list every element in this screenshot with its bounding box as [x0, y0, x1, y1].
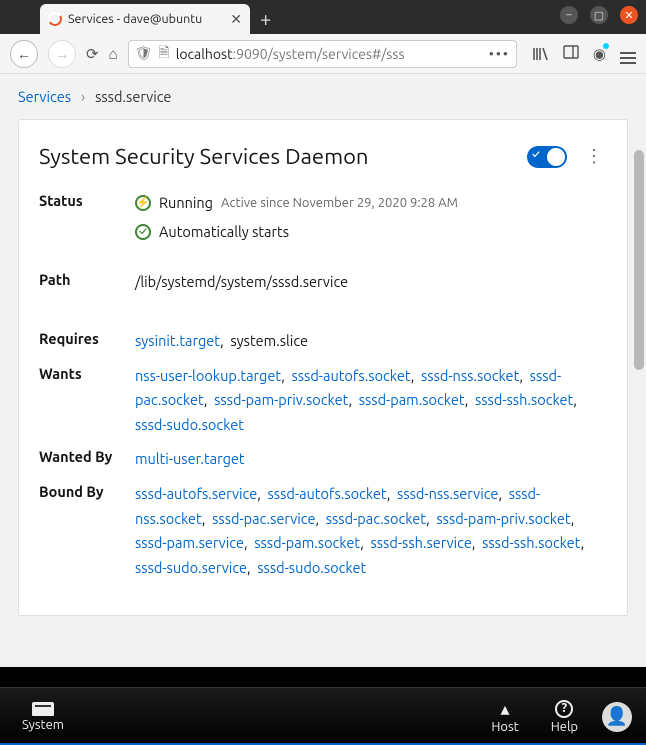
path-label: Path [39, 270, 135, 288]
host-label: Host [491, 720, 518, 734]
system-nav-button[interactable]: System [14, 702, 72, 732]
help-icon: ? [555, 700, 573, 718]
reload-button[interactable]: ⟳ [86, 45, 99, 63]
new-tab-button[interactable]: + [260, 7, 271, 30]
boundby-label: Bound By [39, 482, 135, 500]
wants-label: Wants [39, 364, 135, 382]
account-icon[interactable]: ◉ [593, 45, 606, 63]
page-title: System Security Services Daemon [39, 144, 369, 169]
unit-link[interactable]: sssd-autofs.service [135, 485, 257, 502]
unit-link[interactable]: sssd-pac.service [212, 510, 315, 527]
unit-link[interactable]: sssd-nss.socket [421, 367, 519, 384]
unit-link[interactable]: sssd-pam-priv.socket [436, 510, 570, 527]
app-bottom-bar: System ▴ Host ? Help 👤 [0, 687, 646, 745]
wantedby-value: multi-user.target [135, 447, 607, 472]
tab-title: Services - dave@ubuntu [68, 12, 202, 26]
breadcrumb: Services › sssd.service [0, 74, 646, 119]
unit-link[interactable]: multi-user.target [135, 450, 245, 467]
unit-link[interactable]: sssd-ssh.socket [482, 534, 580, 551]
chevron-right-icon: › [81, 88, 85, 105]
service-enable-toggle[interactable] [527, 146, 567, 168]
unit-link[interactable]: sssd-autofs.socket [267, 485, 386, 502]
chevron-up-icon: ▴ [501, 700, 510, 718]
boundby-value: sssd-autofs.service, sssd-autofs.socket,… [135, 482, 607, 581]
unit-link[interactable]: sssd-pam.socket [359, 391, 465, 408]
wants-value: nss-user-lookup.target, sssd-autofs.sock… [135, 364, 607, 438]
unit-link[interactable]: sssd-pam.socket [254, 534, 360, 551]
requires-label: Requires [39, 329, 135, 347]
unit-link[interactable]: sssd-sudo.socket [135, 416, 244, 433]
unit-link[interactable]: sssd-sudo.service [135, 559, 247, 576]
page-viewport: Services › sssd.service System Security … [0, 74, 646, 667]
unit-link[interactable]: sysinit.target [135, 332, 220, 349]
status-label: Status [39, 191, 135, 209]
browser-titlebar: Services - dave@ubuntu ✕ + – ▢ ✕ [0, 0, 646, 34]
url-host: localhost [176, 46, 233, 62]
unit-link[interactable]: sssd-autofs.socket [291, 367, 410, 384]
wantedby-label: Wanted By [39, 447, 135, 465]
url-path: :9090/system/services#/sss [233, 46, 405, 62]
unit-link[interactable]: sssd-sudo.socket [257, 559, 366, 576]
unit-plain: system.slice [230, 332, 308, 349]
running-icon [135, 195, 151, 211]
address-bar[interactable]: 🛡 🗎 localhost:9090/system/services#/sss … [128, 40, 517, 68]
reader-icon[interactable] [563, 44, 579, 63]
maximize-button[interactable]: ▢ [590, 6, 608, 24]
unit-link[interactable]: sssd-pam-priv.socket [214, 391, 348, 408]
unit-link[interactable]: nss-user-lookup.target [135, 367, 281, 384]
system-label: System [22, 718, 64, 732]
unit-link[interactable]: sssd-ssh.service [370, 534, 471, 551]
lock-icon: 🗎 [158, 42, 169, 66]
disk-icon [32, 702, 54, 716]
help-nav-button[interactable]: ? Help [543, 700, 586, 734]
scrollbar-thumb[interactable] [634, 150, 644, 370]
breadcrumb-root-link[interactable]: Services [18, 88, 71, 105]
unit-link[interactable]: sssd-pac.socket [326, 510, 426, 527]
status-autostart: Automatically starts [159, 220, 289, 245]
back-button[interactable]: ← [10, 40, 38, 68]
help-label: Help [551, 720, 578, 734]
service-card: System Security Services Daemon ⋮ Status… [18, 119, 628, 616]
user-avatar[interactable]: 👤 [602, 702, 632, 732]
unit-link[interactable]: sssd-pam.service [135, 534, 244, 551]
library-icon[interactable] [533, 46, 549, 62]
path-value: /lib/systemd/system/sssd.service [135, 270, 607, 295]
forward-button[interactable]: → [48, 40, 76, 68]
browser-tab[interactable]: Services - dave@ubuntu ✕ [40, 4, 250, 34]
status-since: Active since November 29, 2020 9:28 AM [221, 192, 458, 214]
home-button[interactable]: ⌂ [109, 45, 118, 63]
unit-link[interactable]: sssd-ssh.socket [475, 391, 573, 408]
window-controls: – ▢ ✕ [560, 6, 638, 24]
unit-link[interactable]: sssd-nss.service [397, 485, 498, 502]
kebab-menu-icon[interactable]: ⋮ [581, 146, 607, 167]
page-actions-icon[interactable]: ••• [489, 46, 510, 62]
browser-toolbar: ← → ⟳ ⌂ 🛡 🗎 localhost:9090/system/servic… [0, 34, 646, 74]
autostart-icon [135, 224, 151, 240]
close-window-button[interactable]: ✕ [620, 6, 638, 24]
tab-favicon [46, 10, 63, 27]
status-running: Running [159, 191, 213, 216]
tab-close-icon[interactable]: ✕ [230, 11, 242, 28]
menu-button[interactable] [620, 45, 636, 62]
breadcrumb-current: sssd.service [95, 88, 171, 105]
shield-icon: 🛡 [135, 45, 153, 62]
minimize-button[interactable]: – [560, 6, 578, 24]
requires-value: sysinit.target, system.slice [135, 329, 607, 354]
host-nav-button[interactable]: ▴ Host [483, 700, 526, 734]
